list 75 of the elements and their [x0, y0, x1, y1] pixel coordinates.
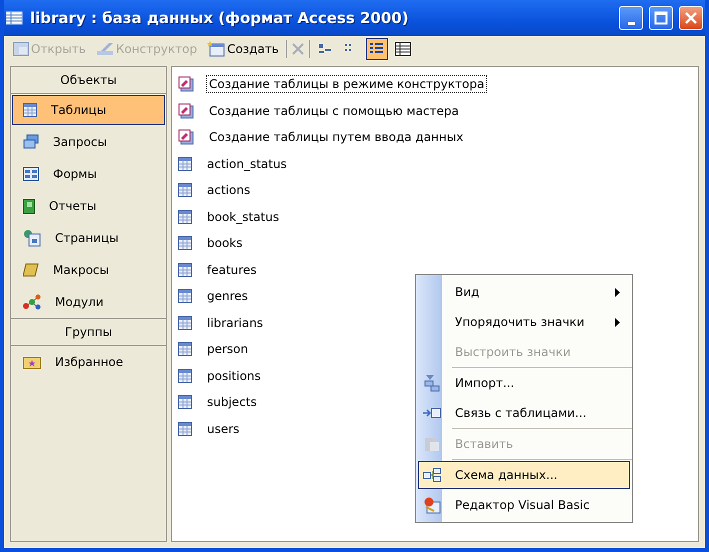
view-button[interactable] [366, 38, 388, 60]
toolbar-button[interactable]: Создать [204, 39, 282, 59]
paste-icon [424, 436, 440, 452]
sidebar-item[interactable]: Избранное [12, 347, 165, 377]
sidebar-item[interactable]: Таблицы [12, 95, 165, 125]
section-header[interactable]: Группы [11, 318, 166, 346]
table-icon [178, 262, 192, 277]
menu-item[interactable]: Схема данных... [418, 461, 630, 489]
relationships-icon [423, 468, 441, 482]
database-icon [6, 10, 24, 26]
table-icon [178, 289, 192, 304]
report-icon [23, 198, 35, 214]
list-item[interactable]: actions [204, 181, 254, 200]
menu-item[interactable]: Вид [418, 278, 630, 306]
import-icon [424, 374, 440, 392]
sidebar-item[interactable]: Формы [12, 159, 165, 189]
close-icon [684, 11, 698, 25]
list-item[interactable]: books [204, 234, 246, 252]
sidebar-item[interactable]: Отчеты [12, 191, 165, 221]
table-icon [23, 103, 37, 117]
wizard-icon [178, 76, 194, 92]
large-icons-icon [318, 44, 331, 54]
list-item[interactable]: action_status [204, 154, 290, 173]
list-item[interactable]: features [204, 260, 260, 279]
submenu-arrow-icon [615, 288, 621, 296]
table-icon [178, 236, 192, 250]
table-icon [178, 368, 192, 383]
table-icon [178, 342, 192, 356]
sidebar-item[interactable]: Запросы [12, 127, 165, 157]
menu-item[interactable]: Импорт... [418, 369, 630, 397]
minimize-icon [628, 22, 634, 24]
table-icon [178, 210, 192, 224]
table-icon [178, 183, 192, 198]
scroll-icon [23, 263, 39, 277]
list-item[interactable]: users [204, 420, 242, 438]
list-item[interactable]: Создание таблицы с помощью мастера [206, 102, 462, 120]
folder-icon [23, 355, 41, 369]
submenu-arrow-icon [615, 318, 621, 326]
maximize-icon [654, 11, 668, 25]
list-item[interactable]: subjects [204, 393, 260, 412]
details-view-icon [394, 42, 411, 56]
menu-item[interactable]: Связь с таблицами... [418, 399, 630, 427]
table-icon [178, 422, 192, 436]
vb-editor-icon [423, 496, 441, 514]
list-item[interactable]: genres [204, 287, 251, 306]
table-icon [178, 316, 192, 330]
new-table-icon [207, 41, 226, 57]
list-item[interactable]: Создание таблицы путем ввода данных [206, 128, 466, 146]
sidebar-item[interactable]: Модули [12, 287, 165, 317]
maximize-button[interactable] [649, 6, 673, 30]
section-header[interactable]: Объекты [11, 67, 166, 94]
form-icon [23, 167, 39, 181]
list-item[interactable]: book_status [204, 208, 282, 226]
wizard-icon [178, 129, 194, 146]
molecule-icon [23, 294, 41, 310]
list-view-icon [368, 42, 385, 56]
page-icon [23, 229, 41, 247]
menu-item[interactable]: Упорядочить значки [418, 308, 630, 336]
wizard-icon [178, 102, 194, 119]
list-item[interactable]: librarians [204, 314, 266, 332]
sidebar-item[interactable]: Страницы [12, 223, 165, 253]
ruler-icon [96, 42, 114, 56]
list-item[interactable]: Создание таблицы в режиме конструктора [206, 75, 488, 94]
window-title: library : база данных (формат Access 2000) [30, 9, 410, 27]
open-icon [13, 42, 29, 56]
table-icon [178, 156, 192, 171]
query-icon [23, 134, 39, 150]
sidebar-item[interactable]: Макросы [12, 255, 165, 285]
close-button[interactable] [679, 6, 703, 30]
menu-item[interactable]: Редактор Visual Basic [418, 491, 630, 519]
table-icon [178, 395, 192, 410]
minimize-button[interactable] [619, 6, 643, 30]
list-item[interactable]: positions [204, 366, 264, 385]
link-table-icon [423, 407, 441, 419]
list-item[interactable]: person [204, 340, 252, 358]
